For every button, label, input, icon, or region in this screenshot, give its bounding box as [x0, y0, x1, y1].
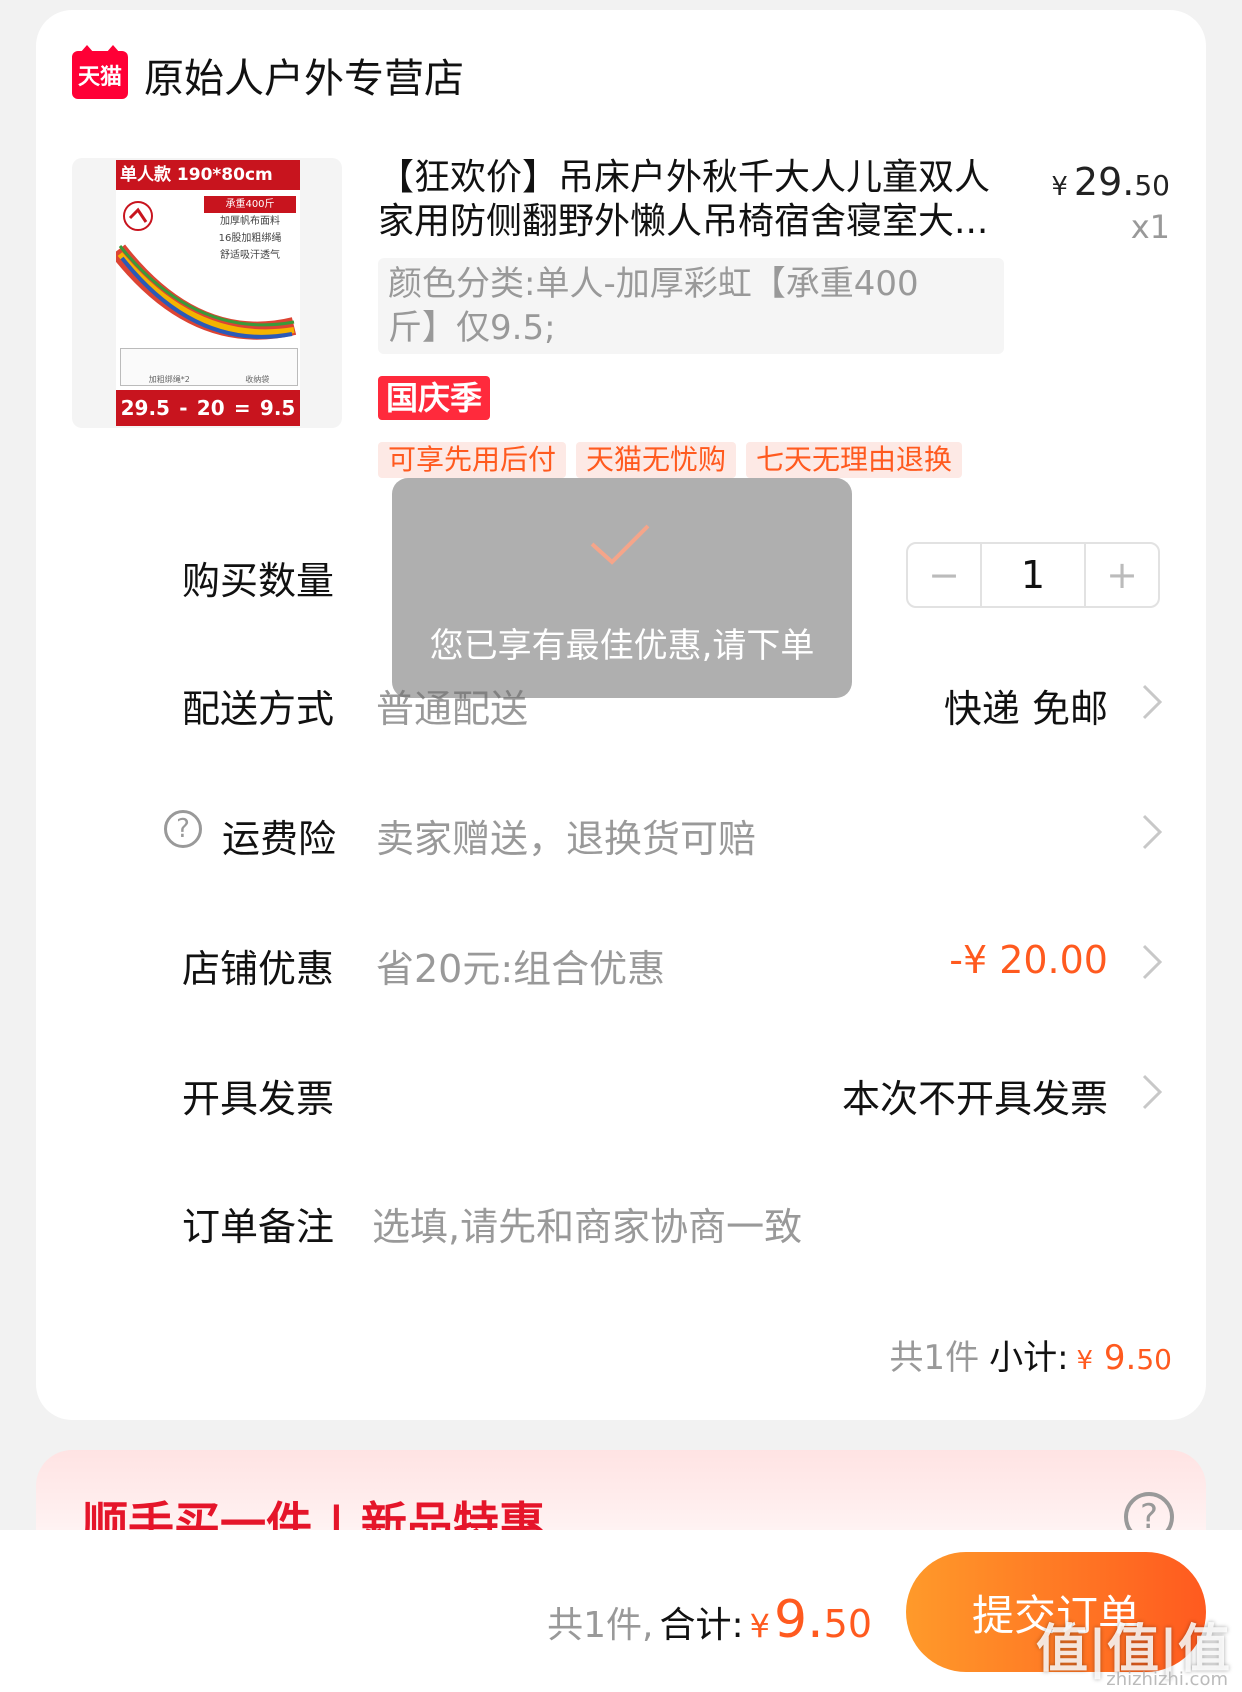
- festival-badge: 国庆季: [378, 376, 490, 420]
- product-image-gifts: 加粗绑绳*2 收纳袋: [120, 348, 298, 386]
- product-quantity: x1: [1130, 208, 1170, 246]
- total-amount: ¥9.50: [750, 1590, 872, 1650]
- feature-3: 16股加粗绑绳: [218, 233, 282, 244]
- gift-1: 加粗绑绳*2: [148, 375, 190, 384]
- product-sku[interactable]: 颜色分类:单人-加厚彩虹【承重400 斤】仅9.5;: [378, 258, 1004, 354]
- product-image-content: 单人款 190*80cm 承重400斤 加厚帆布面料 16股加粗绑绳 舒适吸汗透…: [116, 160, 300, 426]
- delivery-method: 快递 免邮: [943, 687, 1108, 731]
- feature-4: 舒适吸汗透气: [220, 250, 280, 261]
- shop-discount-amount: -¥ 20.00: [949, 938, 1108, 982]
- product-image-tag: 单人款 190*80cm: [116, 160, 300, 190]
- product-title-line-2: 家用防侧翻野外懒人吊椅宿舍寝室大...: [378, 201, 989, 242]
- toast: 您已享有最佳优惠,请下单: [392, 478, 852, 698]
- total-decimal: 50: [823, 1602, 872, 1646]
- chevron-right-icon: [1142, 684, 1163, 720]
- subtotal-amount: ¥ 9.50: [1077, 1338, 1172, 1378]
- quantity-stepper: − 1 +: [906, 542, 1160, 608]
- product-image-price-strip: 29.5 - 20 = 9.5: [116, 390, 300, 426]
- subtotal-integer: 9.: [1103, 1338, 1137, 1378]
- watermark-site: zhizhizhi.com: [1106, 1669, 1228, 1690]
- image-price-minus: -: [179, 396, 188, 420]
- product-image-features: 承重400斤 加厚帆布面料 16股加粗绑绳 舒适吸汗透气: [204, 196, 296, 264]
- check-icon: [590, 524, 650, 565]
- delivery-label: 配送方式: [182, 687, 335, 731]
- sku-line-2: 斤】仅9.5;: [388, 308, 556, 348]
- total-label: 合计:: [659, 1605, 744, 1646]
- invoice-value: 本次不开具发票: [841, 1077, 1108, 1121]
- shop-header[interactable]: 天猫 原始人户外专营店: [72, 45, 464, 104]
- total-integer: 9.: [774, 1590, 824, 1650]
- invoice-label: 开具发票: [182, 1077, 335, 1121]
- decrement-button[interactable]: −: [908, 544, 980, 606]
- insurance-label: 运费险: [222, 817, 337, 861]
- insurance-value: 卖家赠送，退换货可赔: [376, 817, 757, 861]
- subtotal: 共1件 小计: ¥ 9.50: [889, 1330, 1172, 1379]
- shop-name[interactable]: 原始人户外专营店: [144, 46, 464, 104]
- feature-1: 承重400斤: [204, 196, 296, 213]
- image-price-discount: 20: [196, 396, 225, 420]
- product-image[interactable]: 单人款 190*80cm 承重400斤 加厚帆布面料 16股加粗绑绳 舒适吸汗透…: [72, 158, 342, 428]
- shop-discount-value: 省20元:组合优惠: [376, 947, 666, 991]
- subtotal-currency: ¥: [1076, 1346, 1094, 1376]
- subtotal-decimal: 50: [1136, 1343, 1172, 1376]
- product-price: ¥29.50: [1051, 160, 1170, 204]
- bottom-bar: 共1件, 合计: ¥9.50 提交订单 值|值|值 zhizhizhi.com: [0, 1530, 1242, 1692]
- remark-input[interactable]: 选填,请先和商家协商一致: [372, 1196, 802, 1251]
- toast-message: 您已享有最佳优惠,请下单: [429, 626, 815, 666]
- subtotal-count: 共1件: [889, 1338, 980, 1378]
- quantity-label: 购买数量: [182, 559, 335, 603]
- price-currency: ¥: [1051, 172, 1068, 202]
- product-title[interactable]: 【狂欢价】吊床户外秋千大人儿童双人 家用防侧翻野外懒人吊椅宿舍寝室大...: [378, 156, 1008, 244]
- total-count: 共1件,: [547, 1605, 654, 1646]
- total-currency: ¥: [749, 1607, 771, 1645]
- shop-discount-label: 店铺优惠: [182, 947, 335, 991]
- tmall-logo: 天猫: [72, 45, 128, 99]
- chevron-right-icon: [1142, 944, 1163, 980]
- service-tags: 可享先用后付 天猫无忧购 七天无理由退换: [378, 442, 963, 478]
- service-tag: 七天无理由退换: [746, 442, 963, 478]
- chevron-right-icon: [1142, 1074, 1163, 1110]
- subtotal-label: 小计:: [989, 1338, 1069, 1378]
- increment-button[interactable]: +: [1086, 544, 1158, 606]
- price-decimal: 50: [1134, 169, 1170, 202]
- order-total: 共1件, 合计: ¥9.50: [547, 1590, 872, 1650]
- service-tag: 天猫无忧购: [576, 442, 737, 478]
- quantity-input[interactable]: 1: [980, 544, 1086, 606]
- image-price-original: 29.5: [120, 396, 170, 420]
- remark-label: 订单备注: [182, 1205, 335, 1249]
- chevron-right-icon: [1142, 814, 1163, 850]
- feature-2: 加厚帆布面料: [220, 216, 280, 227]
- image-price-equals: =: [233, 396, 251, 420]
- product-title-line-1: 【狂欢价】吊床户外秋千大人儿童双人: [378, 157, 991, 198]
- service-tag: 可享先用后付: [378, 442, 567, 478]
- image-price-final: 9.5: [259, 396, 296, 420]
- sku-line-1: 颜色分类:单人-加厚彩虹【承重400: [388, 264, 919, 304]
- gift-2: 收纳袋: [245, 375, 270, 384]
- price-integer: 29.: [1073, 160, 1135, 204]
- help-icon[interactable]: ?: [164, 810, 202, 848]
